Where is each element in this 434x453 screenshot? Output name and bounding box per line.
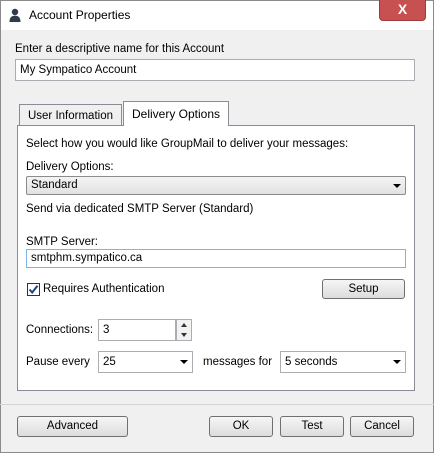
tab-user-information-label: User Information xyxy=(27,110,113,122)
tab-delivery-options[interactable]: Delivery Options xyxy=(123,101,229,126)
delivery-description: Send via dedicated SMTP Server (Standard… xyxy=(26,203,254,215)
user-icon xyxy=(9,8,21,22)
test-button[interactable]: Test xyxy=(280,416,344,437)
pause-every-label: Pause every xyxy=(26,356,90,368)
setup-button[interactable]: Setup xyxy=(322,279,405,299)
cancel-button[interactable]: Cancel xyxy=(350,416,414,437)
close-button[interactable]: X xyxy=(379,0,426,21)
ok-button[interactable]: OK xyxy=(209,416,273,437)
pause-duration-value: 5 seconds xyxy=(285,356,338,368)
connections-spinner[interactable] xyxy=(176,319,192,341)
tab-user-information[interactable]: User Information xyxy=(19,104,122,126)
requires-authentication-checkbox[interactable] xyxy=(27,283,40,296)
connections-label: Connections: xyxy=(26,324,94,336)
smtp-server-label: SMTP Server: xyxy=(26,236,98,248)
footer-divider xyxy=(0,404,434,405)
pause-duration-select[interactable]: 5 seconds xyxy=(280,351,406,373)
requires-authentication-label: Requires Authentication xyxy=(43,283,165,295)
connections-input[interactable]: 3 xyxy=(98,319,176,341)
spin-down-icon[interactable] xyxy=(181,333,187,337)
chevron-down-icon xyxy=(393,183,401,188)
delivery-intro-text: Select how you would like GroupMail to d… xyxy=(26,138,349,150)
window-title: Account Properties xyxy=(29,8,131,22)
delivery-options-label: Delivery Options: xyxy=(26,161,114,173)
pause-count-select[interactable]: 25 xyxy=(98,351,193,373)
delivery-options-select[interactable]: Standard xyxy=(26,176,406,195)
account-name-input[interactable]: My Sympatico Account xyxy=(15,59,415,81)
account-name-label: Enter a descriptive name for this Accoun… xyxy=(15,43,225,55)
close-icon: X xyxy=(397,1,408,17)
checkmark-icon xyxy=(28,285,39,295)
messages-for-label: messages for xyxy=(203,356,273,368)
pause-count-value: 25 xyxy=(103,356,116,368)
tab-delivery-options-label: Delivery Options xyxy=(131,107,221,121)
chevron-down-icon xyxy=(180,360,188,364)
chevron-down-icon xyxy=(393,360,401,364)
delivery-options-value: Standard xyxy=(31,179,78,191)
smtp-server-input[interactable]: smtphm.sympatico.ca xyxy=(26,249,406,268)
spin-up-icon[interactable] xyxy=(181,323,187,327)
advanced-button[interactable]: Advanced xyxy=(17,416,128,437)
